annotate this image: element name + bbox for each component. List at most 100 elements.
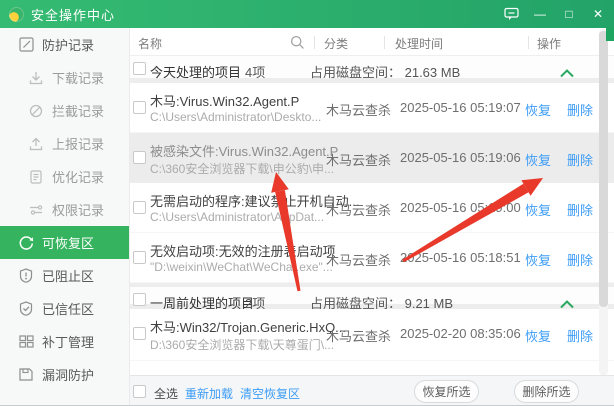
column-divider bbox=[384, 36, 385, 49]
footer-bar: 全选 重新加载 清空恢复区 恢复所选 删除所选 bbox=[130, 375, 614, 406]
row-checkbox[interactable] bbox=[133, 251, 146, 264]
window-controls: — □ ✕ bbox=[503, 0, 606, 28]
threat-category: 木马云查杀 bbox=[326, 326, 391, 345]
scrollbar-thumb[interactable] bbox=[599, 31, 608, 307]
sidebar-item-label: 已信任区 bbox=[42, 299, 94, 318]
sidebar-item-10[interactable]: 漏洞防护 bbox=[0, 358, 129, 391]
sidebar-item-1[interactable]: 下载记录 bbox=[0, 61, 129, 94]
minimize-button[interactable]: — bbox=[532, 6, 548, 22]
column-header-time: 处理时间 bbox=[395, 35, 443, 52]
sidebar-item-label: 可恢复区 bbox=[42, 233, 94, 252]
titlebar: 安全操作中心 — □ ✕ bbox=[0, 0, 614, 28]
sidebar-item-4[interactable]: 优化记录 bbox=[0, 160, 129, 193]
sidebar-item-label: 补丁管理 bbox=[42, 332, 94, 351]
group-checkbox[interactable] bbox=[133, 62, 146, 75]
table-row[interactable]: 无需启动的程序:建议禁止开机自动... C:\Users\Administrat… bbox=[130, 183, 614, 233]
select-all-checkbox[interactable] bbox=[133, 385, 146, 398]
delete-link[interactable]: 删除 bbox=[560, 150, 600, 169]
sidebar-item-9[interactable]: 补丁管理 bbox=[0, 325, 129, 358]
sidebar-item-3[interactable]: 上报记录 bbox=[0, 127, 129, 160]
select-all-label[interactable]: 全选 bbox=[154, 385, 178, 402]
clear-restore-zone-link[interactable]: 清空恢复区 bbox=[240, 385, 300, 402]
threat-time: 2025-05-16 05:19:07 bbox=[400, 100, 521, 115]
delete-selected-button[interactable]: 删除所选 bbox=[514, 380, 579, 403]
threat-category: 木马云查杀 bbox=[326, 100, 391, 119]
restore-link[interactable]: 恢复 bbox=[518, 150, 558, 169]
sidebar-item-6[interactable]: 可恢复区 bbox=[0, 226, 129, 259]
scrollbar bbox=[599, 29, 608, 375]
delete-link[interactable]: 删除 bbox=[560, 200, 600, 219]
sidebar-item-5[interactable]: 权限记录 bbox=[0, 193, 129, 226]
sidebar-item-2[interactable]: 拦截记录 bbox=[0, 94, 129, 127]
shield-trusted-icon bbox=[18, 301, 34, 317]
sidebar-item-label: 下载记录 bbox=[52, 68, 104, 87]
search-icon[interactable] bbox=[290, 35, 305, 53]
threat-name: 无效启动项:无效的注册表启动项 bbox=[150, 241, 336, 260]
sidebar-item-7[interactable]: 已阻止区 bbox=[0, 259, 129, 292]
threat-name: 被感染文件:Virus.Win32.Agent.P bbox=[150, 141, 338, 160]
maximize-button[interactable]: □ bbox=[561, 6, 577, 22]
sidebar: 防护记录下载记录拦截记录上报记录优化记录权限记录可恢复区已阻止区已信任区补丁管理… bbox=[0, 28, 130, 406]
sidebar-item-label: 权限记录 bbox=[52, 200, 104, 219]
sidebar-item-label: 优化记录 bbox=[52, 167, 104, 186]
sidebar-item-label: 拦截记录 bbox=[52, 101, 104, 120]
sidebar-item-0[interactable]: 防护记录 bbox=[0, 28, 129, 61]
window-title: 安全操作中心 bbox=[31, 5, 115, 24]
threat-time: 2025-02-20 08:35:06 bbox=[400, 326, 521, 341]
restore-link[interactable]: 恢复 bbox=[518, 326, 558, 345]
edit-record-icon bbox=[18, 37, 34, 53]
delete-link[interactable]: 删除 bbox=[560, 326, 600, 345]
restore-link[interactable]: 恢复 bbox=[518, 100, 558, 119]
upload-icon bbox=[28, 136, 44, 152]
sidebar-item-label: 上报记录 bbox=[52, 134, 104, 153]
column-divider bbox=[528, 36, 529, 49]
sidebar-item-label: 已阻止区 bbox=[42, 266, 94, 285]
group-header-row: 一周前处理的项目 2项 占用磁盘空间： 9.21 MB bbox=[130, 283, 614, 309]
download-icon bbox=[28, 70, 44, 86]
group-header-row: 今天处理的项目 4项 占用磁盘空间： 21.63 MB bbox=[130, 56, 614, 83]
green-notch bbox=[606, 28, 614, 41]
threat-time: 2025-05-16 05:19:06 bbox=[400, 150, 521, 165]
close-button[interactable]: ✕ bbox=[590, 6, 606, 22]
threat-path: C:\Users\Administrator\AppDat... bbox=[150, 210, 324, 224]
table-row[interactable]: 木马:Virus.Win32.Agent.P C:\Users\Administ… bbox=[130, 83, 614, 133]
table-row[interactable]: 被感染文件:Virus.Win32.Agent.P C:\360安全浏览器下载\… bbox=[130, 133, 614, 183]
table-row[interactable]: 无效启动项:无效的注册表启动项 "D:\weixin\WeChat\WeChat… bbox=[130, 233, 614, 283]
column-header-name: 名称 bbox=[138, 35, 162, 52]
threat-path: "D:\weixin\WeChat\WeChat.exe"... bbox=[150, 260, 333, 274]
group-checkbox[interactable] bbox=[133, 293, 146, 306]
restore-zone-icon bbox=[18, 235, 34, 251]
patch-icon bbox=[18, 334, 34, 350]
threat-category: 木马云查杀 bbox=[326, 150, 391, 169]
sidebar-item-label: 防护记录 bbox=[42, 35, 94, 54]
sidebar-item-8[interactable]: 已信任区 bbox=[0, 292, 129, 325]
app-logo-icon bbox=[9, 7, 24, 22]
reload-link[interactable]: 重新加载 bbox=[185, 385, 233, 402]
threat-category: 木马云查杀 bbox=[326, 250, 391, 269]
threat-time: 2025-05-16 05:19:00 bbox=[400, 200, 521, 215]
row-checkbox[interactable] bbox=[133, 201, 146, 214]
row-checkbox[interactable] bbox=[133, 101, 146, 114]
column-header-action: 操作 bbox=[537, 35, 561, 52]
column-divider bbox=[314, 36, 315, 49]
delete-link[interactable]: 删除 bbox=[560, 100, 600, 119]
group-disk-usage: 占用磁盘空间： 21.63 MB bbox=[310, 62, 460, 81]
restore-link[interactable]: 恢复 bbox=[518, 200, 558, 219]
restore-selected-button[interactable]: 恢复所选 bbox=[414, 380, 479, 403]
column-header-category: 分类 bbox=[324, 35, 348, 52]
group-title: 今天处理的项目 bbox=[150, 62, 241, 81]
block-icon bbox=[28, 103, 44, 119]
delete-link[interactable]: 删除 bbox=[560, 250, 600, 269]
chevron-up-icon[interactable] bbox=[560, 65, 574, 83]
threat-path: D:\360安全浏览器下载\天尊蛋门\... bbox=[150, 336, 334, 353]
row-checkbox[interactable] bbox=[133, 327, 146, 340]
threat-path: C:\360安全浏览器下载\申公豹\申... bbox=[150, 160, 334, 177]
restore-link[interactable]: 恢复 bbox=[518, 250, 558, 269]
row-checkbox[interactable] bbox=[133, 151, 146, 164]
shield-blocked-icon bbox=[18, 268, 34, 284]
table-row[interactable]: 木马:Win32/Trojan.Generic.HxQ... D:\360安全浏… bbox=[130, 309, 614, 361]
sidebar-item-label: 漏洞防护 bbox=[42, 365, 94, 384]
group-count: 4项 bbox=[245, 62, 265, 81]
threat-name: 木马:Virus.Win32.Agent.P bbox=[150, 91, 299, 110]
feedback-icon[interactable] bbox=[503, 6, 519, 22]
